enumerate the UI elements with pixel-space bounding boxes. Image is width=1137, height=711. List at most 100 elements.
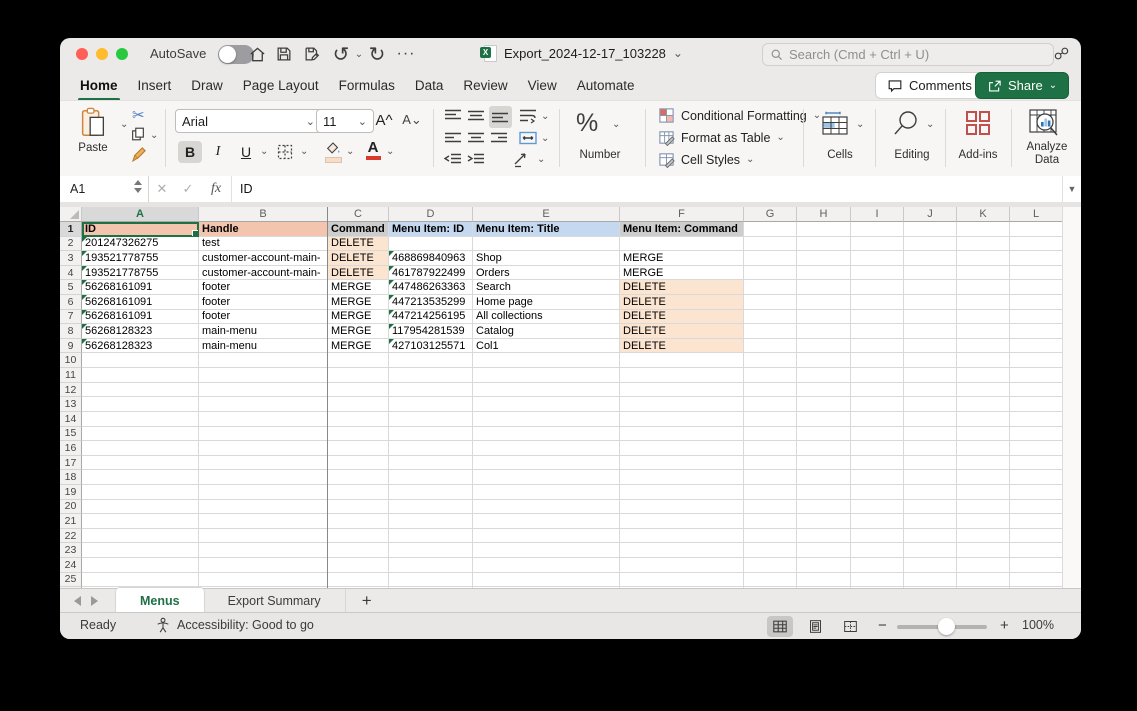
cell-D6[interactable]: 447213535299 [389, 295, 473, 310]
cell-C15[interactable] [328, 427, 389, 442]
zoom-in-icon[interactable]: + [1000, 617, 1009, 634]
cell-E24[interactable] [473, 558, 620, 573]
underline-button[interactable]: U [234, 141, 258, 163]
cell-A9[interactable]: 56268128323 [82, 339, 199, 354]
font-size-select[interactable]: 11 ⌄ [316, 109, 374, 133]
page-layout-view-button[interactable] [802, 616, 828, 637]
cell-E5[interactable]: Search [473, 280, 620, 295]
cell-E20[interactable] [473, 500, 620, 515]
cell-L8[interactable] [1010, 324, 1063, 339]
align-right-icon[interactable] [489, 130, 509, 146]
cell-J8[interactable] [904, 324, 957, 339]
cell-B21[interactable] [199, 514, 328, 529]
save-icon[interactable] [273, 43, 295, 65]
cell-E23[interactable] [473, 543, 620, 558]
cell-B14[interactable] [199, 412, 328, 427]
cell-C8[interactable]: MERGE [328, 324, 389, 339]
cell-L4[interactable] [1010, 266, 1063, 281]
cell-D14[interactable] [389, 412, 473, 427]
cell-E25[interactable] [473, 573, 620, 588]
cell-H23[interactable] [797, 543, 851, 558]
cell-K15[interactable] [957, 427, 1010, 442]
cell-D20[interactable] [389, 500, 473, 515]
cell-I17[interactable] [851, 456, 904, 471]
cell-B15[interactable] [199, 427, 328, 442]
cell-B19[interactable] [199, 485, 328, 500]
cell-A24[interactable] [82, 558, 199, 573]
cell-L20[interactable] [1010, 500, 1063, 515]
cell-I7[interactable] [851, 310, 904, 325]
share-button[interactable]: Share ⌄ [975, 72, 1069, 99]
cell-F19[interactable] [620, 485, 744, 500]
cell-I5[interactable] [851, 280, 904, 295]
row-header-23[interactable]: 23 [60, 543, 82, 558]
cell-G19[interactable] [744, 485, 797, 500]
cell-G10[interactable] [744, 353, 797, 368]
cell-H22[interactable] [797, 529, 851, 544]
cancel-entry-icon[interactable]: ✕ [149, 181, 175, 197]
column-header-A[interactable]: A [82, 207, 199, 222]
cell-K12[interactable] [957, 383, 1010, 398]
select-all-corner[interactable] [60, 207, 82, 222]
ribbon-tab-insert[interactable]: Insert [128, 74, 182, 97]
row-header-18[interactable]: 18 [60, 470, 82, 485]
cell-G16[interactable] [744, 441, 797, 456]
home-icon[interactable] [246, 43, 268, 65]
cell-E12[interactable] [473, 383, 620, 398]
cell-I21[interactable] [851, 514, 904, 529]
cell-C4[interactable]: DELETE [328, 266, 389, 281]
format-as-table-button[interactable]: Format as Table ⌄ [658, 129, 785, 146]
cell-G12[interactable] [744, 383, 797, 398]
cell-L5[interactable] [1010, 280, 1063, 295]
save-as-icon[interactable] [301, 43, 323, 65]
cut-icon[interactable]: ✂ [132, 106, 145, 124]
ribbon-tab-automate[interactable]: Automate [567, 74, 645, 97]
cell-B3[interactable]: customer-account-main- [199, 251, 328, 266]
cell-H5[interactable] [797, 280, 851, 295]
row-header-2[interactable]: 2 [60, 237, 82, 252]
cell-H20[interactable] [797, 500, 851, 515]
cell-K10[interactable] [957, 353, 1010, 368]
ribbon-tab-page-layout[interactable]: Page Layout [233, 74, 329, 97]
cell-B23[interactable] [199, 543, 328, 558]
cell-B6[interactable]: footer [199, 295, 328, 310]
cell-H8[interactable] [797, 324, 851, 339]
cell-J12[interactable] [904, 383, 957, 398]
cell-I18[interactable] [851, 470, 904, 485]
column-header-F[interactable]: F [620, 207, 744, 222]
cell-C3[interactable]: DELETE [328, 251, 389, 266]
cell-L3[interactable] [1010, 251, 1063, 266]
cell-J15[interactable] [904, 427, 957, 442]
cell-D16[interactable] [389, 441, 473, 456]
cell-L12[interactable] [1010, 383, 1063, 398]
cell-G22[interactable] [744, 529, 797, 544]
zoom-out-icon[interactable]: − [878, 617, 887, 634]
zoom-window-button[interactable] [116, 48, 128, 60]
cell-A21[interactable] [82, 514, 199, 529]
cell-A4[interactable]: 193521778755 [82, 266, 199, 281]
cell-J3[interactable] [904, 251, 957, 266]
cell-C18[interactable] [328, 470, 389, 485]
search-input[interactable]: Search (Cmd + Ctrl + U) [762, 43, 1054, 66]
cell-L9[interactable] [1010, 339, 1063, 354]
cell-K11[interactable] [957, 368, 1010, 383]
column-header-C[interactable]: C [328, 207, 389, 222]
column-header-K[interactable]: K [957, 207, 1010, 222]
cell-B11[interactable] [199, 368, 328, 383]
cell-G17[interactable] [744, 456, 797, 471]
comments-button[interactable]: Comments [875, 72, 984, 99]
cell-D1[interactable]: Menu Item: ID [389, 222, 473, 237]
cell-A23[interactable] [82, 543, 199, 558]
cell-G6[interactable] [744, 295, 797, 310]
cell-F24[interactable] [620, 558, 744, 573]
ribbon-tab-data[interactable]: Data [405, 74, 454, 97]
cell-H19[interactable] [797, 485, 851, 500]
cell-D12[interactable] [389, 383, 473, 398]
cell-C14[interactable] [328, 412, 389, 427]
cell-G18[interactable] [744, 470, 797, 485]
cell-L18[interactable] [1010, 470, 1063, 485]
cell-G11[interactable] [744, 368, 797, 383]
column-header-H[interactable]: H [797, 207, 851, 222]
cell-B12[interactable] [199, 383, 328, 398]
cell-F22[interactable] [620, 529, 744, 544]
